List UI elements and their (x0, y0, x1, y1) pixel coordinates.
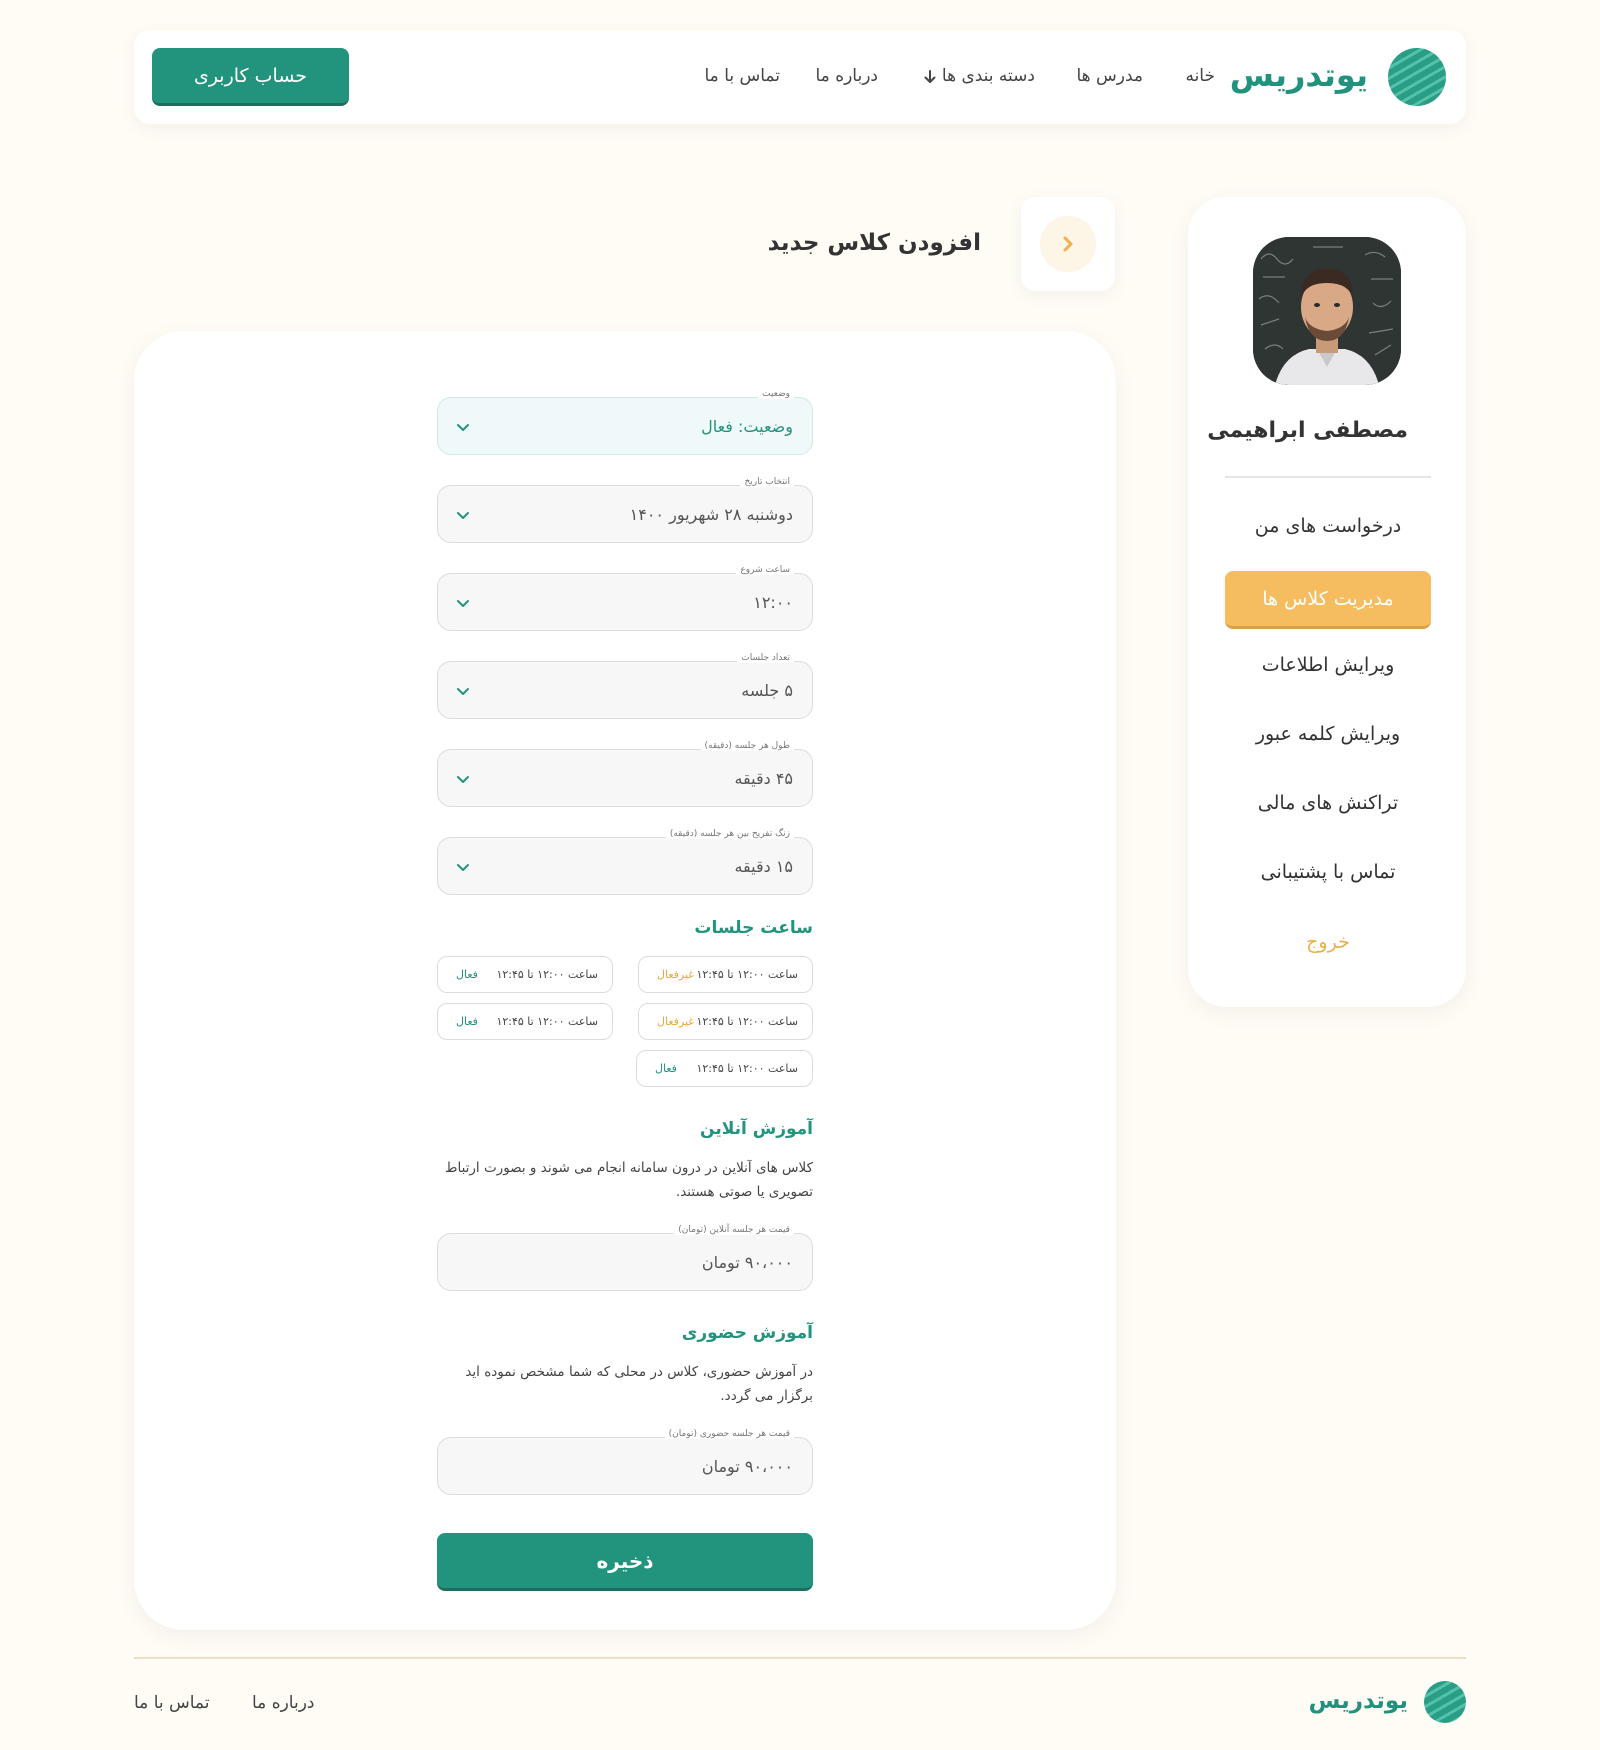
break-length-select[interactable]: زنگ تفریح بین هر جلسه (دقیقه) ۱۵ دقیقه (437, 829, 813, 895)
logo-icon[interactable] (1388, 48, 1446, 106)
session-pill[interactable]: ساعت ۱۲:۰۰ تا ۱۲:۴۵ غیرفعال (638, 1003, 813, 1040)
nav-categories[interactable]: دسته بندی ها (924, 66, 1035, 86)
start-time-value: ۱۲:۰۰ (753, 592, 793, 612)
nav-home[interactable]: خانه (1185, 66, 1215, 86)
sidebar-item-edit-profile[interactable]: ویرایش اطلاعات (1225, 638, 1431, 692)
sidebar-item-support[interactable]: تماس با پشتیبانی (1225, 845, 1431, 899)
session-status: غیرفعال (657, 968, 695, 981)
session-pill[interactable]: ساعت ۱۲:۰۰ تا ۱۲:۴۵ فعال (437, 956, 613, 993)
in-person-price-input[interactable]: قیمت هر جلسه حضوری (تومان) ۹۰،۰۰۰ تومان (437, 1429, 813, 1495)
chevron-right-icon[interactable] (1040, 216, 1096, 272)
session-time: ساعت ۱۲:۰۰ تا ۱۲:۴۵ (696, 1015, 798, 1028)
footer-about-link[interactable]: درباره ما (252, 1693, 315, 1713)
session-length-value: ۴۵ دقیقه (734, 768, 793, 788)
chevron-down-icon (454, 594, 472, 612)
sidebar-item-my-requests[interactable]: درخواست های من (1225, 499, 1431, 553)
status-select[interactable]: وضعیت وضعیت: فعال (437, 389, 813, 455)
date-select-value: دوشنبه ۲۸ شهریور ۱۴۰۰ (629, 504, 793, 524)
online-title: آموزش آنلاین (700, 1119, 813, 1139)
page-title: افزودن کلاس جدید (767, 230, 981, 256)
in-person-title: آموزش حضوری (681, 1323, 813, 1343)
nav-teachers[interactable]: مدرس ها (1076, 66, 1143, 86)
session-time: ساعت ۱۲:۰۰ تا ۱۲:۴۵ (496, 1015, 598, 1028)
session-count-select[interactable]: تعداد جلسات ۵ جلسه (437, 653, 813, 719)
date-select[interactable]: انتخاب تاریخ دوشنبه ۲۸ شهریور ۱۴۰۰ (437, 477, 813, 543)
session-status: فعال (456, 968, 478, 981)
chevron-down-icon (454, 682, 472, 700)
logo-text[interactable]: یوتدریس (1230, 56, 1368, 94)
session-status: فعال (655, 1062, 677, 1075)
user-name: مصطفی ابراهیمی (1207, 418, 1408, 443)
sidebar-item-manage-classes[interactable]: مدیریت کلاس ها (1225, 571, 1431, 629)
nav-about[interactable]: درباره ما (816, 66, 879, 86)
in-person-description: در آموزش حضوری، کلاس در محلی که شما مشخص… (465, 1364, 813, 1404)
session-pill[interactable]: ساعت ۱۲:۰۰ تا ۱۲:۴۵ غیرفعال (638, 956, 813, 993)
chevron-down-icon (454, 858, 472, 876)
session-count-value: ۵ جلسه (741, 680, 793, 700)
session-status: فعال (456, 1015, 478, 1028)
chevron-down-icon (454, 418, 472, 436)
arrow-down-icon (924, 69, 936, 83)
chevron-down-icon (454, 506, 472, 524)
session-pill[interactable]: ساعت ۱۲:۰۰ تا ۱۲:۴۵ فعال (437, 1003, 613, 1040)
footer-logo-text[interactable]: یوتدریس (1309, 1688, 1408, 1714)
sidebar-item-transactions[interactable]: تراکنش های مالی (1225, 776, 1431, 830)
account-button[interactable]: حساب کاربری (152, 48, 349, 106)
status-select-value: وضعیت: فعال (701, 416, 793, 436)
footer-contact-link[interactable]: تماس با ما (134, 1693, 210, 1713)
nav-contact[interactable]: تماس با ما (705, 66, 781, 86)
start-time-select[interactable]: ساعت شروع ۱۲:۰۰ (437, 565, 813, 631)
sessions-title: ساعت جلسات (694, 918, 813, 938)
footer-logo-icon[interactable] (1424, 1681, 1466, 1723)
sidebar-divider (1225, 476, 1431, 478)
logout-link[interactable]: خروج (1225, 915, 1431, 969)
session-pill[interactable]: ساعت ۱۲:۰۰ تا ۱۲:۴۵ فعال (636, 1050, 813, 1087)
online-description: کلاس های آنلاین در درون سامانه انجام می … (444, 1160, 813, 1200)
sidebar-item-change-password[interactable]: ویرایش کلمه عبور (1225, 707, 1431, 761)
save-button[interactable]: ذخیره (437, 1533, 813, 1591)
session-length-select[interactable]: طول هر جلسه (دقیقه) ۴۵ دقیقه (437, 741, 813, 807)
nav-categories-label: دسته بندی ها (941, 66, 1035, 86)
session-time: ساعت ۱۲:۰۰ تا ۱۲:۴۵ (496, 968, 598, 981)
session-time: ساعت ۱۲:۰۰ تا ۱۲:۴۵ (696, 1062, 798, 1075)
break-length-value: ۱۵ دقیقه (734, 856, 793, 876)
session-time: ساعت ۱۲:۰۰ تا ۱۲:۴۵ (696, 968, 798, 981)
footer-divider (134, 1657, 1466, 1659)
avatar (1253, 237, 1401, 385)
online-price-input[interactable]: قیمت هر جلسه آنلاین (تومان) ۹۰،۰۰۰ تومان (437, 1225, 813, 1291)
session-status: غیرفعال (657, 1015, 695, 1028)
in-person-price-value: ۹۰،۰۰۰ تومان (701, 1456, 793, 1476)
online-price-value: ۹۰،۰۰۰ تومان (701, 1252, 793, 1272)
chevron-down-icon (454, 770, 472, 788)
